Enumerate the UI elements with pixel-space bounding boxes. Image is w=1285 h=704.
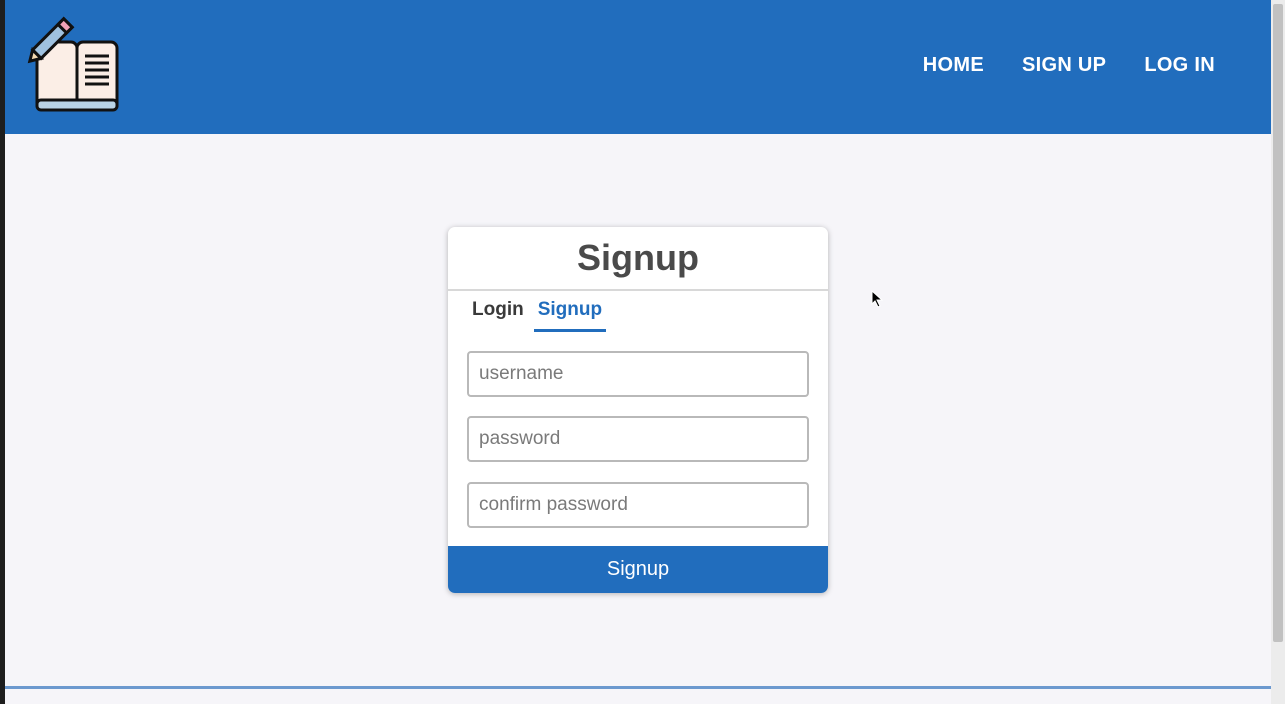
auth-tabs: Login Signup bbox=[472, 299, 607, 332]
scrollbar-thumb[interactable] bbox=[1273, 4, 1283, 642]
tab-signup[interactable]: Signup bbox=[533, 299, 607, 332]
nav-home-link[interactable]: HOME bbox=[923, 54, 984, 77]
logo-graphic bbox=[27, 16, 119, 112]
nav-links: HOME SIGN UP LOG IN bbox=[923, 54, 1215, 77]
bottom-divider bbox=[5, 686, 1271, 689]
password-input[interactable] bbox=[467, 416, 809, 462]
nav-login-link[interactable]: LOG IN bbox=[1144, 54, 1215, 77]
username-input[interactable] bbox=[467, 351, 809, 397]
vertical-scrollbar[interactable] bbox=[1271, 0, 1285, 704]
top-navbar: HOME SIGN UP LOG IN bbox=[5, 0, 1271, 134]
nav-signup-link[interactable]: SIGN UP bbox=[1022, 54, 1106, 77]
tab-login[interactable]: Login bbox=[472, 299, 524, 332]
book-pencil-icon[interactable] bbox=[23, 16, 123, 116]
page-viewport: HOME SIGN UP LOG IN Signup Login Signup … bbox=[5, 0, 1271, 704]
signup-submit-button[interactable]: Signup bbox=[448, 546, 828, 593]
signup-card: Signup Login Signup Signup bbox=[448, 227, 828, 593]
confirm-password-input[interactable] bbox=[467, 482, 809, 528]
mouse-cursor-icon bbox=[871, 290, 883, 308]
card-title: Signup bbox=[448, 227, 828, 291]
